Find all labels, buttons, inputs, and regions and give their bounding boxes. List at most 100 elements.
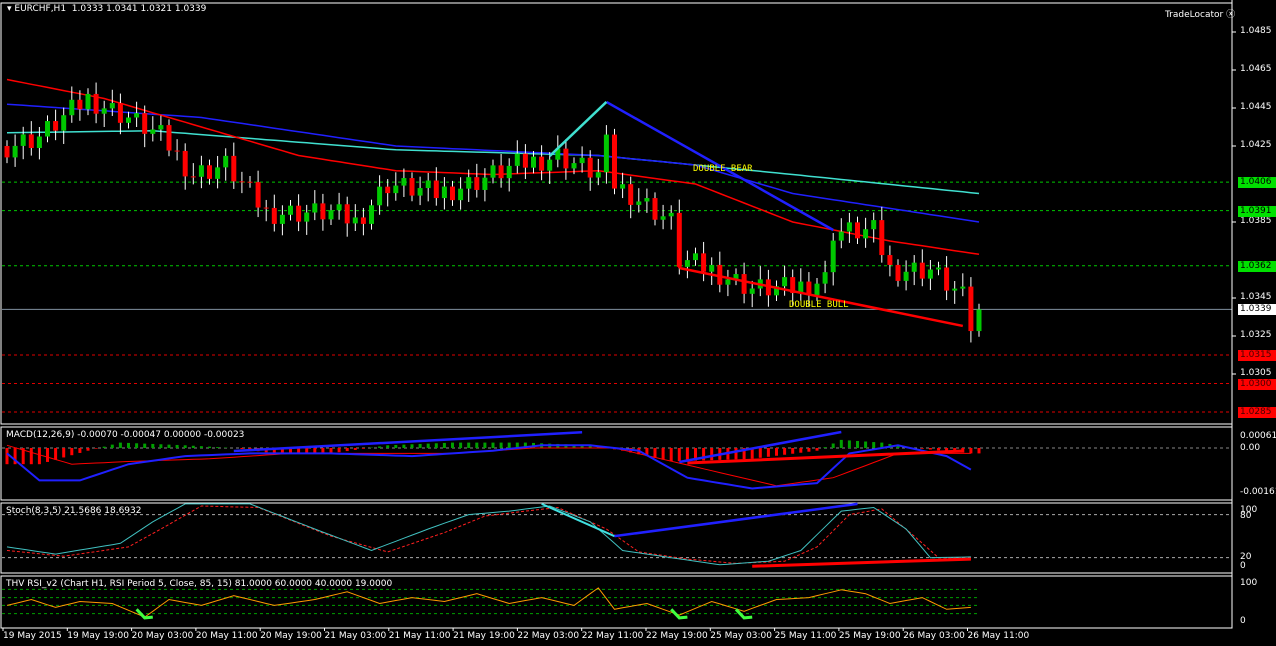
macd-hist-bar (677, 448, 681, 462)
candle-body (855, 222, 860, 239)
candle-body (709, 264, 715, 272)
current-price-label: 1.0339 (1238, 304, 1276, 316)
macd-hist-bar (394, 444, 398, 448)
candle-body (385, 186, 391, 194)
time-label: 25 May 03:00 (710, 631, 773, 641)
macd-hist-bar (434, 443, 438, 448)
macd-hist-bar (191, 445, 195, 448)
candle-body (879, 220, 885, 256)
time-label: 21 May 19:00 (453, 631, 515, 641)
candle-body (352, 217, 358, 224)
candle-body (919, 262, 925, 279)
macd-hist-bar (102, 446, 106, 448)
panel-frame (0, 2, 1233, 425)
candle-body (693, 253, 698, 261)
candle-body (61, 115, 67, 131)
macd-hist-bar (118, 442, 122, 448)
macd-main-line (6, 444, 972, 490)
candle-body (863, 229, 869, 239)
candle-body (190, 176, 196, 178)
macd-hist-bar (937, 448, 940, 451)
macd-hist-bar (839, 439, 843, 448)
macd-hist-bar (831, 443, 835, 448)
candle-body (109, 103, 115, 109)
macd-hist-bar (459, 442, 463, 448)
macd-hist-bar (969, 448, 973, 454)
candle-body (936, 267, 941, 270)
candle-body (393, 185, 399, 194)
macd-hist-bar (499, 442, 503, 448)
macd-hist-bar (337, 448, 341, 453)
candle-body (231, 155, 237, 182)
candle-body (514, 153, 520, 166)
candle-body (563, 148, 569, 169)
macd-hist-bar (475, 442, 479, 448)
macd-hist-bar (5, 448, 9, 465)
candle-body (620, 184, 626, 189)
macd-title: MACD(12,26,9) -0.00070 -0.00047 0.00000 … (6, 430, 245, 440)
candle-body (571, 163, 577, 169)
close-circle-icon[interactable]: ⓧ (1226, 10, 1235, 20)
stoch-main-line (6, 503, 971, 566)
brand-name: TradeLocator (1165, 10, 1224, 20)
macd-hist-bar (127, 442, 130, 448)
macd-hist-bar (483, 442, 487, 448)
macd-hist-bar (378, 446, 382, 448)
candle-body (960, 286, 966, 289)
candle-body (782, 277, 788, 287)
candle-body (684, 260, 690, 267)
candle-body (101, 108, 107, 114)
candle-body (166, 125, 172, 151)
candle-body (296, 205, 302, 222)
candle-body (822, 272, 828, 284)
candle-body (433, 180, 439, 199)
candle-body (660, 216, 666, 220)
time-label: 22 May 03:00 (517, 631, 580, 641)
candle-body (134, 113, 140, 118)
time-label: 19 May 19:00 (67, 631, 130, 641)
macd-hist-bar (815, 448, 819, 451)
candle-body (701, 253, 707, 272)
rsi-title: THV RSI_v2 (Chart H1, RSI Period 5, Clos… (6, 579, 393, 589)
macd-hist-bar (783, 448, 787, 455)
chart-title: ▾ EURCHF,H1 1.0333 1.0341 1.0321 1.0339 (7, 4, 207, 14)
candle-body (336, 204, 342, 211)
macd-hist-bar (856, 440, 859, 448)
macd-hist-bar (110, 444, 114, 448)
candle-body (838, 231, 844, 241)
candle-body (360, 217, 366, 224)
candle-body (612, 134, 617, 189)
price-tick-label: 1.0385 (1240, 216, 1272, 226)
candle-body (304, 212, 310, 222)
candle-body (328, 210, 334, 220)
candle-body (425, 180, 431, 189)
macd-hist-bar (143, 443, 147, 448)
candle-body (976, 309, 982, 332)
chart-canvas[interactable] (0, 0, 1276, 646)
candle-body (539, 156, 545, 171)
rsi-signal-mark (734, 608, 753, 620)
candle-body (263, 207, 269, 209)
candle-body (458, 188, 464, 201)
candle-body (344, 204, 350, 224)
candle-body (466, 177, 472, 189)
candle-body (846, 222, 852, 232)
macd-hist-bar (86, 448, 90, 451)
candle-body (409, 178, 415, 196)
candle-body (85, 93, 91, 110)
macd-tick: -0.00161 (1240, 487, 1276, 497)
resistance-level-label: 1.0406 (1238, 177, 1276, 189)
candle-body (28, 134, 34, 148)
price-tick-label: 1.0465 (1240, 64, 1272, 74)
time-label: 20 May 19:00 (260, 631, 322, 641)
stoch-divergence-line (541, 502, 615, 538)
macd-hist-bar (451, 442, 454, 448)
time-label: 20 May 03:00 (131, 631, 194, 641)
macd-hist-bar (94, 448, 98, 449)
candle-body (150, 129, 156, 134)
macd-hist-bar (386, 445, 390, 448)
macd-hist-bar (791, 448, 795, 454)
macd-hist-bar (507, 442, 511, 448)
time-label: 21 May 03:00 (324, 631, 387, 641)
price-tick-label: 1.0325 (1240, 330, 1272, 340)
